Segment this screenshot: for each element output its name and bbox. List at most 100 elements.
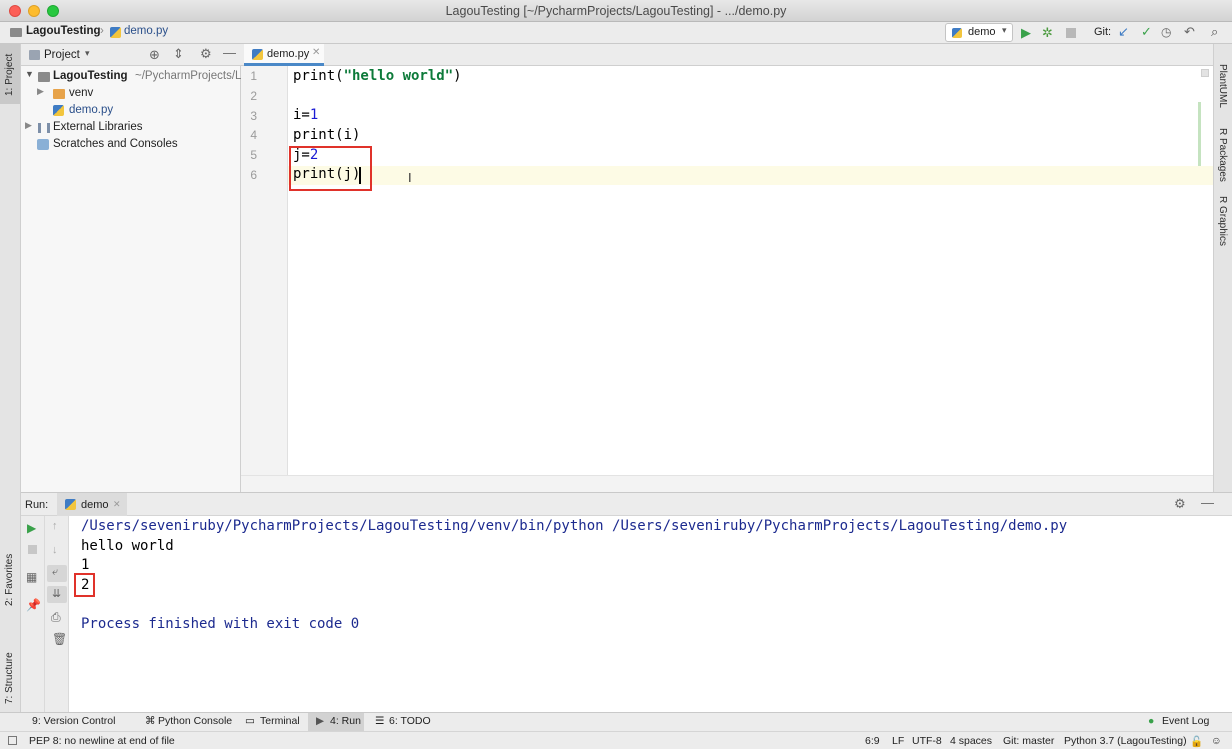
tree-item-label: LagouTesting: [53, 70, 128, 82]
rerun-icon[interactable]: ▶: [27, 521, 36, 535]
scroll-to-end-icon: ⇊: [52, 588, 62, 600]
pin-icon[interactable]: 📌: [26, 598, 41, 612]
close-icon[interactable]: ✕: [113, 499, 121, 510]
project-tool-label: 1: Project: [4, 53, 15, 96]
locate-icon[interactable]: ⊕: [149, 47, 160, 63]
hide-panel-icon[interactable]: —: [1201, 495, 1214, 510]
git-update-icon[interactable]: ↙: [1118, 24, 1129, 40]
git-revert-icon[interactable]: ↶: [1184, 24, 1195, 40]
code-token: i=: [293, 107, 310, 123]
debug-icon[interactable]: ✲: [1042, 25, 1053, 41]
gear-icon[interactable]: ⚙: [200, 46, 212, 62]
run-tab-demo[interactable]: demo ✕: [57, 493, 127, 516]
run-panel-header: Run: demo ✕ ⚙ —: [21, 492, 1232, 516]
structure-tool-label[interactable]: 7: Structure: [4, 652, 15, 704]
status-git-branch[interactable]: Git: master: [1003, 735, 1054, 747]
code-number: 1: [309, 107, 319, 123]
folder-icon: [38, 72, 50, 82]
project-panel-header: Project ▾ ⊕ ⇕ ⚙ —: [21, 44, 241, 66]
editor-breadcrumb-bar: [241, 475, 1213, 492]
library-icon: [38, 123, 50, 133]
chevron-right-icon: ▶: [37, 86, 44, 96]
status-encoding[interactable]: UTF-8: [912, 735, 942, 747]
code-line-4: print(i): [293, 127, 361, 143]
line-number: 3: [250, 109, 257, 123]
console-line: hello world: [81, 538, 174, 554]
tree-item-label: External Libraries: [53, 121, 143, 133]
run-icon[interactable]: ▶: [1021, 25, 1031, 41]
breadcrumb-project[interactable]: LagouTesting: [26, 25, 101, 37]
left-tool-strip: 1: Project 2: Favorites 7: Structure: [0, 44, 21, 712]
breadcrumb-file[interactable]: demo.py: [124, 25, 168, 37]
status-interpreter[interactable]: Python 3.7 (LagouTesting): [1064, 735, 1187, 747]
arrow-down-icon[interactable]: ↓: [52, 544, 58, 556]
folder-icon: [53, 89, 65, 99]
stop-icon[interactable]: [28, 545, 37, 554]
rgraphics-tool-label[interactable]: R Graphics: [1217, 196, 1228, 246]
rpackages-tool-label[interactable]: R Packages: [1217, 128, 1228, 182]
scroll-to-end-toggle[interactable]: ⇊: [47, 586, 67, 603]
git-commit-icon[interactable]: ✓: [1141, 24, 1152, 40]
chevron-right-icon: ▶: [25, 120, 32, 130]
chevron-down-icon: ▼: [25, 69, 34, 79]
folder-icon: [10, 28, 22, 37]
event-log-icon: ●: [1148, 715, 1155, 727]
collapse-all-icon[interactable]: ⇕: [173, 46, 184, 62]
lock-icon[interactable]: 🔓: [1190, 735, 1203, 748]
toggle-tool-windows-icon[interactable]: [8, 736, 17, 745]
favorites-tool-label[interactable]: 2: Favorites: [4, 554, 15, 606]
soft-wrap-toggle[interactable]: ⤶: [47, 565, 67, 582]
editor-tabs: demo.py ✕: [241, 44, 1213, 66]
status-bar: PEP 8: no newline at end of file 6:9 LF …: [0, 731, 1232, 749]
chevron-down-icon: ▾: [1002, 25, 1007, 35]
tool-version-control[interactable]: 9: Version Control: [32, 715, 115, 727]
tool-event-log[interactable]: Event Log: [1162, 715, 1209, 727]
tool-run-tab[interactable]: ▶ 4: Run: [308, 713, 364, 731]
run-console[interactable]: /Users/seveniruby/PycharmProjects/LagouT…: [69, 516, 1232, 712]
status-indent[interactable]: 4 spaces: [950, 735, 992, 747]
highlight-box-output: [74, 573, 95, 597]
tree-item-label: venv: [69, 87, 94, 99]
chevron-down-icon[interactable]: ▾: [85, 48, 90, 59]
line-number: 4: [250, 128, 257, 142]
arrow-up-icon[interactable]: ↑: [52, 520, 58, 532]
layout-icon[interactable]: ▦: [26, 570, 37, 584]
print-icon[interactable]: ⎙: [51, 610, 61, 625]
plantuml-tool-label[interactable]: PlantUML: [1217, 64, 1228, 108]
line-number: 6: [250, 168, 257, 182]
highlight-box-code: [289, 146, 372, 191]
python-file-icon: [110, 27, 121, 38]
right-tool-strip: PlantUML R Packages R Graphics: [1213, 44, 1232, 492]
console-line: Process finished with exit code 0: [81, 616, 360, 632]
code-token: print(: [293, 68, 344, 84]
inspector-icon[interactable]: ☺: [1211, 735, 1222, 747]
close-icon[interactable]: ✕: [312, 47, 320, 58]
run-config-dropdown[interactable]: demo ▾: [945, 23, 1013, 42]
run-tab-label: demo: [81, 499, 109, 511]
git-history-icon[interactable]: ◷: [1161, 25, 1171, 39]
gear-icon[interactable]: ⚙: [1174, 496, 1186, 512]
inspection-status-icon[interactable]: [1201, 69, 1209, 77]
editor-gutter: 1 2 3 4 5 6: [241, 66, 288, 475]
line-number: 1: [250, 69, 257, 83]
tab-demo-py[interactable]: demo.py ✕: [244, 44, 324, 66]
project-panel-title[interactable]: Project: [44, 49, 80, 61]
tree-item-path: ~/PycharmProjects/L: [135, 70, 242, 82]
project-tool-tab[interactable]: 1: Project: [0, 44, 20, 104]
tool-python-console[interactable]: Python Console: [158, 715, 232, 727]
code-string: "hello world": [343, 68, 454, 84]
scratches-icon: [37, 139, 49, 150]
project-panel: Project ▾ ⊕ ⇕ ⚙ — ▼ LagouTesting ~/Pycha…: [21, 44, 241, 492]
status-line-separator[interactable]: LF: [892, 735, 904, 747]
project-view-icon: [29, 50, 40, 60]
hide-panel-icon[interactable]: —: [223, 45, 236, 60]
search-icon[interactable]: ⌕: [1211, 24, 1218, 40]
python-file-icon: [53, 105, 64, 116]
trash-icon[interactable]: 🗑: [52, 632, 67, 646]
console-line: 1: [81, 557, 90, 573]
python-file-icon: [952, 28, 962, 38]
tool-todo[interactable]: 6: TODO: [389, 715, 431, 727]
status-caret-position[interactable]: 6:9: [865, 735, 880, 747]
tool-terminal[interactable]: Terminal: [260, 715, 300, 727]
stop-icon[interactable]: [1066, 28, 1076, 38]
